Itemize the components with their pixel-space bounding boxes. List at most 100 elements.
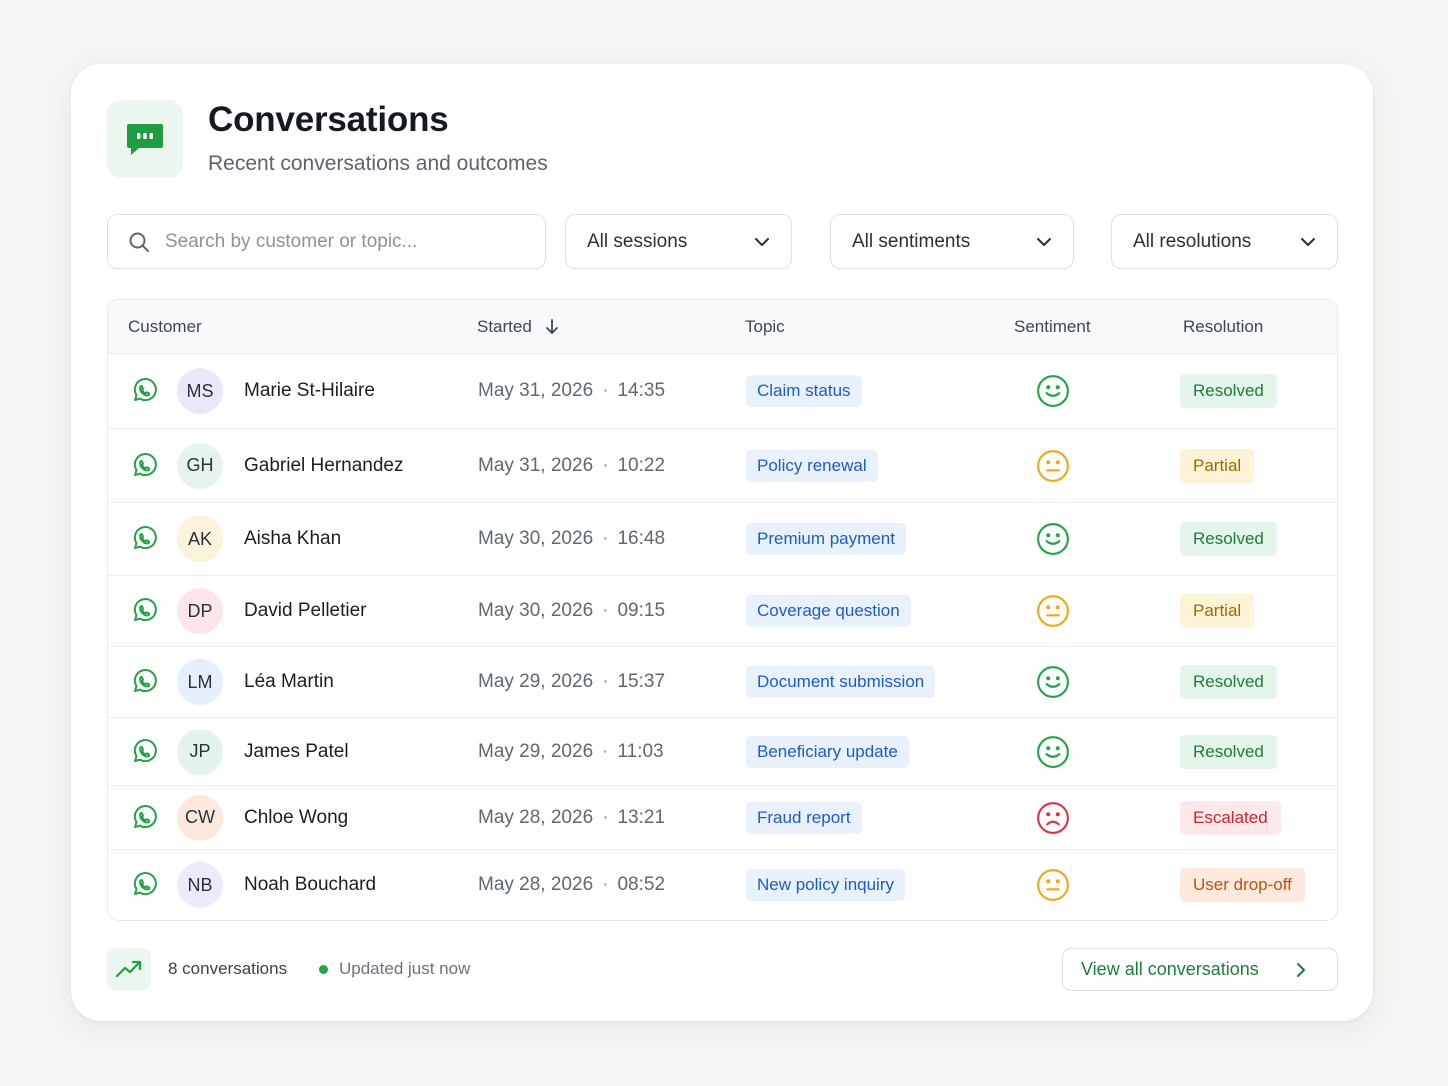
whatsapp-icon (130, 354, 158, 428)
separator-dot: · (602, 528, 609, 549)
table-row[interactable]: DP David Pelletier May 30, 2026 · 09:15 Cover… (108, 576, 1337, 647)
avatar-initials: MS (186, 380, 214, 401)
customer-name: Léa Martin (244, 671, 334, 692)
started-time: 10:22 (617, 454, 666, 476)
separator-dot: · (602, 671, 609, 692)
topic-tag: Coverage question (746, 595, 911, 627)
topic-tag: New policy inquiry (746, 869, 905, 901)
column-topic[interactable]: Topic (745, 300, 785, 354)
whatsapp-icon (130, 576, 158, 646)
avatar: MS (177, 368, 223, 414)
avatar-initials: JP (189, 741, 211, 761)
started-date: May 31, 2026 (478, 380, 594, 401)
whatsapp-icon (130, 850, 158, 920)
sessions-filter[interactable]: All sessions (565, 214, 792, 269)
started-time: 11:03 (617, 740, 664, 762)
table-row[interactable]: AK Aisha Khan May 30, 2026 · 16:48 Premium pa… (108, 503, 1337, 576)
update-status-text: Updated just now (339, 959, 471, 978)
table-row[interactable]: CW Chloe Wong May 28, 2026 · 13:21 Fraud repo… (108, 786, 1337, 850)
status-badge: Partial (1180, 594, 1255, 628)
topic-tag: Document submission (746, 666, 936, 698)
page-title: Conversations (208, 100, 449, 139)
column-customer[interactable]: Customer (128, 300, 202, 354)
started-datetime: May 30, 2026 · 16:48 (478, 503, 665, 575)
search-input[interactable] (165, 230, 525, 253)
whatsapp-icon (130, 718, 158, 785)
neutral-face-icon (1036, 576, 1070, 646)
avatar-initials: AK (187, 528, 212, 549)
table-row[interactable]: GH Gabriel Hernandez May 31, 2026 · 10:22 Pol… (108, 429, 1337, 503)
sentiments-filter[interactable]: All sentiments (830, 214, 1074, 269)
avatar: NB (177, 862, 223, 908)
status-badge: User drop-off (1180, 868, 1305, 902)
customer-name: James Patel (244, 740, 349, 762)
whatsapp-icon (130, 429, 158, 502)
topic-cell: Document submission (746, 647, 936, 717)
separator-dot: · (602, 874, 609, 895)
started-date: May 30, 2026 (478, 528, 594, 549)
started-datetime: May 29, 2026 · 15:37 (478, 647, 665, 717)
separator-dot: · (602, 740, 609, 762)
customer-name: Marie St-Hilaire (244, 380, 375, 401)
conversation-count: 8 conversations (168, 959, 288, 978)
column-started[interactable]: Started (477, 300, 560, 354)
page-subtitle: Recent conversations and outcomes (208, 152, 548, 175)
topic-cell: Premium payment (746, 503, 906, 575)
table-row[interactable]: MS Marie St-Hilaire May 31, 2026 · 14:35 Clai… (108, 354, 1337, 429)
chevron-down-icon (1035, 236, 1053, 248)
resolution-cell: User drop-off (1180, 850, 1305, 920)
update-status: Updated just now (319, 959, 470, 979)
status-badge: Escalated (1180, 800, 1281, 835)
table-row[interactable]: NB Noah Bouchard May 28, 2026 · 08:52 New pol… (108, 850, 1337, 920)
trend-up-icon (107, 948, 151, 990)
negative-face-icon (1036, 786, 1070, 849)
resolution-cell: Resolved (1180, 503, 1277, 575)
chevron-down-icon (753, 236, 771, 248)
separator-dot: · (602, 600, 609, 621)
status-badge: Resolved (1180, 374, 1277, 408)
resolution-cell: Resolved (1180, 647, 1277, 717)
status-badge: Resolved (1180, 665, 1277, 699)
chat-bubble-icon (107, 100, 183, 178)
view-all-label: View all conversations (1081, 959, 1259, 979)
search-box[interactable] (107, 214, 546, 269)
whatsapp-icon (130, 503, 158, 575)
resolutions-filter[interactable]: All resolutions (1111, 214, 1338, 269)
table-header: Customer Started Topic Sentiment Resolut… (108, 300, 1337, 354)
avatar: AK (177, 516, 223, 562)
sentiments-filter-label: All sentiments (852, 230, 971, 252)
started-time: 14:35 (617, 380, 666, 401)
whatsapp-icon (130, 786, 158, 849)
customer-name: David Pelletier (244, 600, 367, 621)
topic-tag: Policy renewal (746, 449, 878, 482)
avatar: DP (177, 588, 223, 634)
view-all-button[interactable]: View all conversations (1062, 948, 1338, 991)
avatar: GH (177, 442, 223, 489)
table-row[interactable]: JP James Patel May 29, 2026 · 11:03 Beneficia… (108, 718, 1337, 786)
positive-face-icon (1036, 354, 1070, 428)
conversations-table: Customer Started Topic Sentiment Resolut… (107, 299, 1338, 921)
started-time: 08:52 (617, 874, 666, 895)
positive-face-icon (1036, 718, 1070, 785)
resolution-cell: Resolved (1180, 354, 1277, 428)
topic-cell: Beneficiary update (746, 718, 909, 785)
avatar: CW (177, 794, 223, 841)
separator-dot: · (602, 806, 609, 828)
column-sentiment[interactable]: Sentiment (1014, 300, 1091, 354)
arrow-down-icon (544, 318, 560, 336)
column-resolution[interactable]: Resolution (1183, 300, 1263, 354)
topic-cell: Policy renewal (746, 429, 878, 502)
started-date: May 28, 2026 (478, 806, 594, 828)
started-date: May 28, 2026 (478, 874, 594, 895)
table-row[interactable]: LM Léa Martin May 29, 2026 · 15:37 Document s… (108, 647, 1337, 718)
resolutions-filter-label: All resolutions (1133, 230, 1252, 252)
column-started-label: Started (477, 317, 532, 336)
started-time: 13:21 (617, 806, 666, 828)
neutral-face-icon (1036, 850, 1070, 920)
avatar: LM (177, 659, 223, 705)
status-badge: Partial (1180, 448, 1255, 483)
whatsapp-icon (130, 647, 158, 717)
started-time: 15:37 (617, 671, 666, 692)
topic-cell: Coverage question (746, 576, 911, 646)
topic-tag: Claim status (746, 375, 862, 407)
